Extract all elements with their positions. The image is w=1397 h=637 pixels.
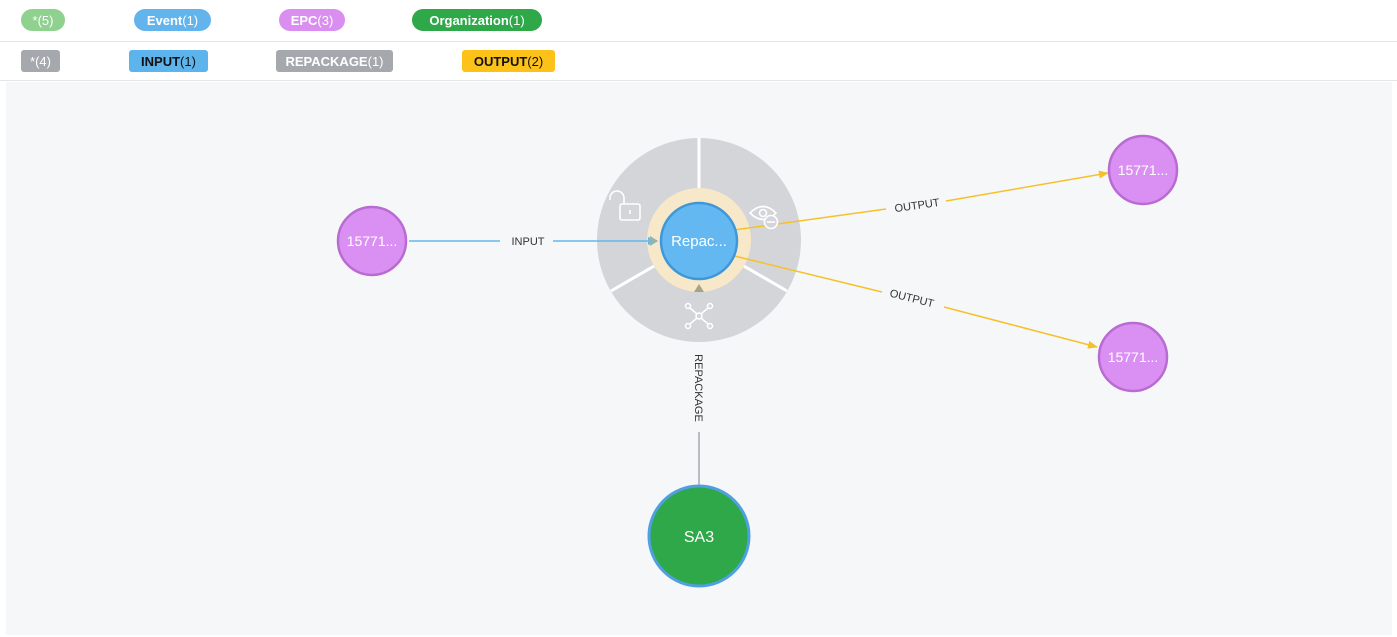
node-label: 15771... bbox=[1118, 162, 1169, 178]
edge-label: OUTPUT bbox=[888, 288, 935, 311]
node-epc-output-2[interactable]: 15771... bbox=[1097, 321, 1169, 393]
edge-repackage[interactable]: REPACKAGE bbox=[692, 354, 704, 486]
node-label: 15771... bbox=[1108, 349, 1159, 365]
node-label: SA3 bbox=[684, 529, 714, 546]
edge-label: REPACKAGE bbox=[692, 354, 704, 422]
edge-label: INPUT bbox=[512, 236, 545, 248]
edge-label: OUTPUT bbox=[894, 197, 941, 215]
node-organization[interactable]: SA3 bbox=[647, 484, 751, 588]
node-epc-output-1[interactable]: 15771... bbox=[1107, 134, 1179, 206]
node-label: 15771... bbox=[347, 233, 398, 249]
graph-visualization: INPUT OUTPUT OUTPUT REPACKAGE Repac... 1… bbox=[336, 134, 1179, 588]
node-epc-input[interactable]: 15771... bbox=[336, 205, 408, 277]
node-label: Repac... bbox=[671, 233, 727, 250]
